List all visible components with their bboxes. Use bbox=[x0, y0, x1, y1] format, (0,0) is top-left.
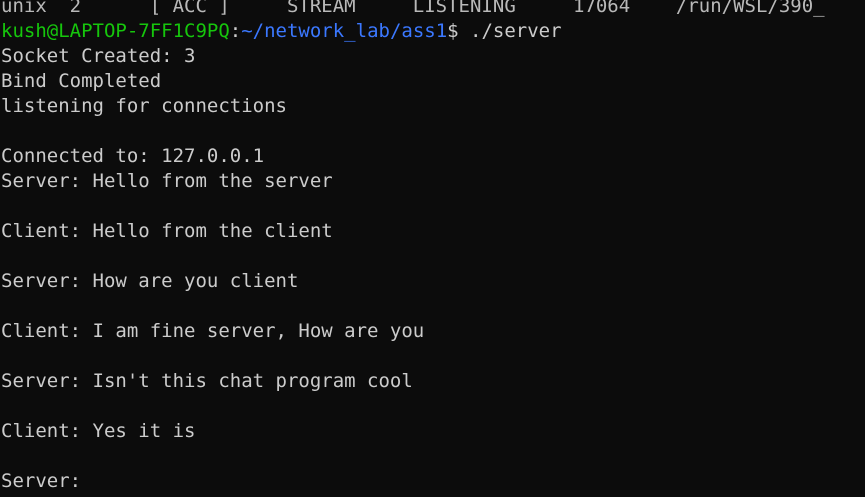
prompt-command: ./server bbox=[470, 20, 562, 42]
output-line-connected: Connected to: 127.0.0.1 bbox=[1, 145, 265, 167]
output-line-blank bbox=[1, 444, 865, 469]
prompt-path: ~/network_lab/ass1 bbox=[241, 20, 448, 42]
output-line-blank bbox=[1, 344, 865, 369]
output-line-blank bbox=[1, 244, 865, 269]
chat-message-client: Client: Hello from the client bbox=[1, 220, 333, 242]
output-line-blank bbox=[1, 119, 865, 144]
output-line-blank bbox=[1, 394, 865, 419]
output-line-blank bbox=[1, 194, 865, 219]
partial-output-line: unix 2 [ ACC ] STREAM LISTENING 17064 /r… bbox=[1, 0, 825, 17]
server-input-prompt[interactable]: Server: bbox=[1, 469, 865, 494]
output-line-listening: listening for connections bbox=[1, 95, 287, 117]
prompt-separator: : bbox=[229, 20, 242, 42]
chat-message-server: Server: Isn't this chat program cool bbox=[1, 370, 413, 392]
prompt-symbol: $ bbox=[447, 20, 471, 42]
output-line-blank bbox=[1, 294, 865, 319]
prompt-user-host: kush@LAPTOP-7FF1C9PQ bbox=[1, 20, 230, 42]
terminal-output[interactable]: unix 2 [ ACC ] STREAM LISTENING 17064 /r… bbox=[1, 0, 865, 494]
chat-message-server: Server: How are you client bbox=[1, 270, 299, 292]
output-line-socket-created: Socket Created: 3 bbox=[1, 45, 196, 67]
chat-message-client: Client: Yes it is bbox=[1, 420, 196, 442]
command-prompt-line: kush@LAPTOP-7FF1C9PQ:~/network_lab/ass1$… bbox=[1, 19, 865, 44]
chat-message-client: Client: I am fine server, How are you bbox=[1, 320, 425, 342]
output-line-bind-completed: Bind Completed bbox=[1, 70, 162, 92]
chat-message-server: Server: Hello from the server bbox=[1, 170, 333, 192]
